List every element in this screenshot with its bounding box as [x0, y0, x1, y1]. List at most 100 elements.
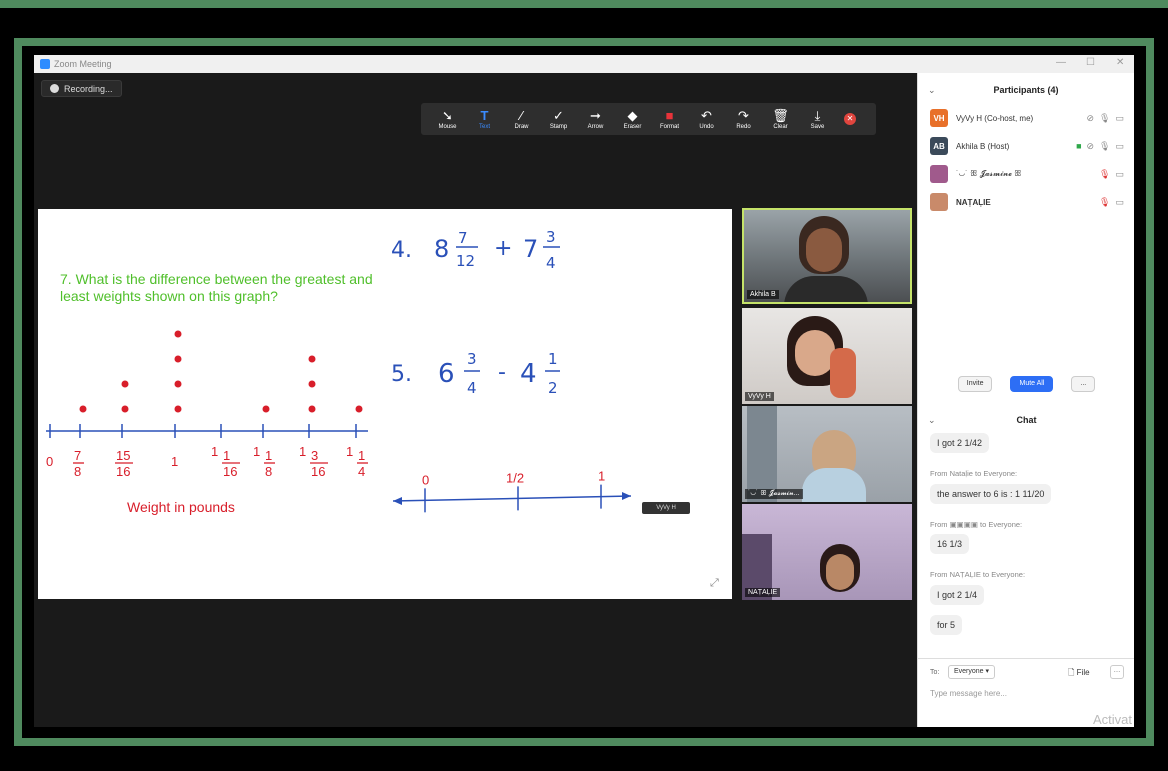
windows-activate-watermark: Activat	[1093, 712, 1133, 727]
tool-stamp[interactable]: ✓ Stamp	[540, 107, 577, 130]
number-line-left-arrow	[393, 497, 402, 505]
shared-whiteboard[interactable]: 7. What is the difference between the gr…	[38, 209, 732, 599]
camera-icon[interactable]: ▭	[1115, 113, 1124, 124]
close-toolbar-icon[interactable]: ✕	[844, 113, 856, 125]
eraser-icon: ◆	[627, 107, 638, 123]
avatar	[802, 468, 866, 502]
line-plot: 0 78151611 1161 181 3161 14	[46, 330, 368, 479]
line-plot-dot	[79, 405, 87, 413]
chat-message: 16 1/3	[930, 534, 970, 554]
tool-redo[interactable]: ↷ Redo	[725, 108, 762, 130]
tool-text[interactable]: T Text	[466, 108, 503, 130]
tick-label-whole: 1	[171, 454, 178, 469]
chat-sender-line: From NAṬAḶIE to Everyone:	[930, 570, 1026, 579]
line-plot-dot	[308, 405, 316, 413]
avatar	[747, 406, 777, 502]
stamp-icon: ✓	[553, 107, 564, 123]
video-name: Akhila B	[747, 290, 779, 299]
participant-row[interactable]: AB Akhila B (Host) ■ ⊘ 🎙 ▭	[918, 132, 1134, 160]
participant-row[interactable]: ˙◡˙ ꕥ 𝓙𝓪𝓼𝓶𝓲𝓷𝓮 ꕥ 🎙 ▭	[918, 160, 1134, 188]
zoom-logo-icon	[40, 59, 50, 69]
video-tile-natalie[interactable]: NAṬAḶIE	[742, 504, 912, 600]
avatar	[930, 193, 948, 211]
line-plot-dot	[121, 405, 129, 413]
maximize-icon[interactable]: ☐	[1086, 57, 1095, 68]
avatar: AB	[930, 137, 948, 155]
video-tile-akhila[interactable]: Akhila B	[742, 208, 912, 304]
tool-clear[interactable]: 🗑 Clear	[762, 108, 799, 130]
number-line: 0 1/2 1	[392, 469, 632, 513]
participant-actions: Invite Mute All ...	[918, 376, 1134, 392]
participant-row[interactable]: VH VyVy H (Co-host, me) ⊘ 🎙 ▭	[918, 104, 1134, 132]
file-button[interactable]: 🗋 File	[1068, 667, 1090, 681]
chat-message: I got 2 1/4	[930, 585, 985, 605]
mic-muted-icon[interactable]: 🎙	[1099, 197, 1110, 208]
camera-icon[interactable]: ▭	[1115, 197, 1124, 208]
line-plot-dot	[174, 355, 182, 363]
tool-mouse[interactable]: ➘ Mouse	[429, 107, 466, 130]
chat-more-button[interactable]: …	[1110, 665, 1124, 679]
p4-den-1: 12	[456, 252, 475, 270]
camera-icon[interactable]: ▭	[1115, 169, 1124, 180]
p4-op: +	[494, 236, 512, 261]
tool-save[interactable]: ⤓ Save	[799, 108, 836, 130]
mouse-pointer-icon: ➘	[442, 107, 453, 123]
frame-border-bottom	[14, 738, 1154, 746]
mic-muted-icon[interactable]: 🎙	[1099, 169, 1110, 180]
problem-4: 4. 8 7 12 + 7 3 4	[391, 228, 560, 272]
annotator-tag: VyVy H	[642, 502, 690, 514]
participant-row[interactable]: NAṬAḶIE 🎙 ▭	[918, 188, 1134, 216]
close-window-icon[interactable]: ✕	[1116, 57, 1124, 68]
chat-sender-line: From Nataḷie to Everyone:	[930, 469, 1018, 478]
invite-button[interactable]: Invite	[957, 376, 993, 392]
more-options-button[interactable]: ...	[1071, 376, 1096, 392]
tick-label-denominator: 8	[265, 464, 272, 479]
chevron-down-icon[interactable]: ⌄	[928, 415, 936, 426]
tick-label-whole: 1	[253, 444, 260, 459]
number-line-label: 0	[422, 472, 429, 487]
avatar	[795, 330, 835, 376]
message-input[interactable]: Type message here...	[930, 689, 1007, 698]
mic-icon[interactable]: 🎙	[1099, 113, 1110, 124]
video-name: VyVy H	[745, 392, 774, 401]
p4-number: 4.	[391, 238, 412, 263]
tick-label-numerator: 15	[116, 448, 130, 463]
avatar	[830, 348, 856, 398]
tool-arrow[interactable]: ➞ Arrow	[577, 108, 614, 130]
line-plot-dot	[174, 380, 182, 388]
p5-number: 5.	[391, 362, 412, 387]
minimize-icon[interactable]: —	[1056, 57, 1066, 68]
p4-whole-2: 7	[523, 235, 538, 263]
tool-eraser[interactable]: ◆ Eraser	[614, 107, 651, 130]
video-tile-jasmine[interactable]: ˙◡˙ ꕥ 𝓙𝓪𝓼𝓶𝓲𝓷...	[742, 406, 912, 502]
whiteboard-drawing: 4. 8 7 12 + 7 3 4 5. 6 3 4 - 4 1 2 0 781…	[46, 228, 632, 513]
tick-label-whole: 1	[211, 444, 218, 459]
chevron-down-icon[interactable]: ⌄	[928, 85, 936, 96]
tool-draw[interactable]: ⁄ Draw	[503, 108, 540, 130]
video-tile-vyvy[interactable]: VyVy H	[742, 308, 912, 404]
recipient-dropdown[interactable]: Everyone ▾	[948, 665, 996, 679]
meeting-main-area: Recording... ➘ Mouse T Text ⁄ Draw ✓ Stamp ➞…	[34, 73, 917, 727]
line-plot-dot	[174, 405, 182, 413]
to-label: To:	[930, 669, 940, 676]
recording-indicator[interactable]: Recording...	[41, 80, 122, 97]
participants-list: VH VyVy H (Co-host, me) ⊘ 🎙 ▭ AB Akhila B …	[918, 104, 1134, 216]
tick-label-denominator: 4	[358, 464, 365, 479]
tick-label-denominator: 16	[116, 464, 130, 479]
zoom-window: Zoom Meeting — ☐ ✕ Recording... ➘ Mouse T…	[34, 55, 1134, 727]
chat-message: for 5	[930, 615, 963, 635]
mic-icon[interactable]: 🎙	[1099, 141, 1110, 152]
participants-header: ⌄ Participants (4)	[928, 84, 1059, 96]
title-bar: Zoom Meeting — ☐ ✕	[34, 55, 1134, 73]
number-line-label: 1	[598, 469, 605, 484]
expand-icon[interactable]: ⤢	[710, 577, 719, 590]
frame-border-right	[1146, 38, 1154, 746]
avatar: VH	[930, 109, 948, 127]
record-icon	[50, 84, 59, 93]
mute-all-button[interactable]: Mute All	[1010, 376, 1054, 392]
tool-undo[interactable]: ↶ Undo	[688, 108, 725, 130]
p5-den-1: 4	[467, 379, 477, 397]
camera-icon[interactable]: ▭	[1115, 141, 1124, 152]
avatar	[826, 554, 854, 590]
tool-format[interactable]: ■ Format	[651, 108, 688, 130]
